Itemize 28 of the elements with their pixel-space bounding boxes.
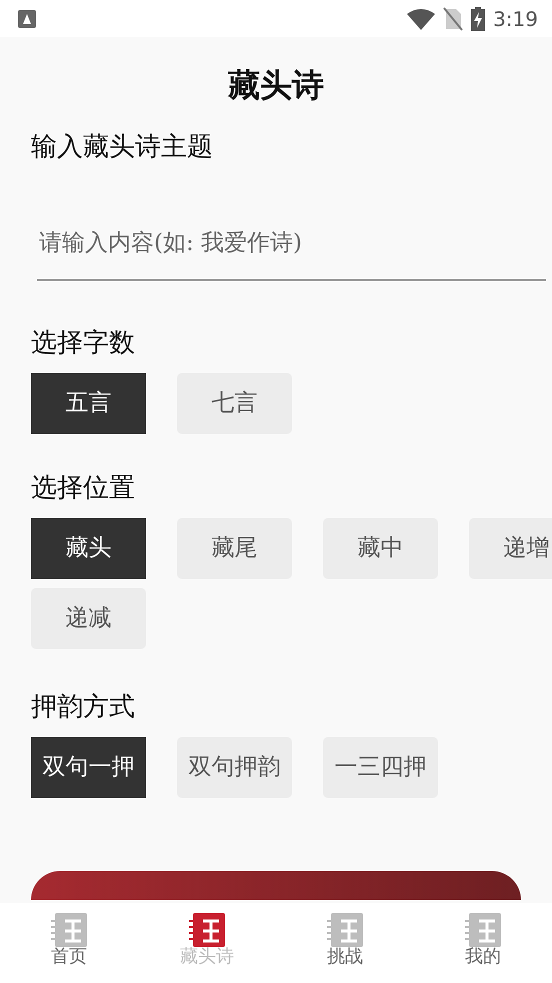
tab[interactable]: 我的 bbox=[414, 903, 552, 983]
section-label: 输入藏头诗主题 bbox=[31, 131, 214, 164]
section-label: 押韵方式 bbox=[31, 690, 136, 724]
option-button[interactable]: 双句一押 bbox=[31, 736, 146, 798]
section-label: 选择位置 bbox=[31, 472, 136, 504]
no-sim-icon bbox=[443, 6, 464, 30]
wifi-icon bbox=[407, 8, 436, 30]
option-button[interactable]: 递增 bbox=[469, 518, 552, 578]
page-title: 藏头诗 bbox=[226, 65, 325, 106]
option-button[interactable]: 双句押韵 bbox=[177, 736, 292, 798]
option-button[interactable]: 一三四押 bbox=[323, 736, 438, 798]
tab-icon bbox=[465, 913, 501, 947]
battery-icon bbox=[471, 6, 486, 30]
notification-icon bbox=[18, 10, 36, 28]
option-button[interactable]: 七言 bbox=[177, 372, 292, 434]
theme-input-field[interactable]: 请输入内容(如: 我爱作诗) bbox=[37, 216, 546, 280]
tab[interactable]: 首页 bbox=[0, 903, 138, 983]
option-button[interactable]: 藏尾 bbox=[177, 518, 292, 578]
clock: 3:19 bbox=[493, 6, 538, 32]
tab-icon bbox=[327, 913, 363, 947]
section-label: 选择字数 bbox=[31, 326, 136, 360]
tab-icon bbox=[189, 913, 225, 947]
option-button[interactable]: 藏头 bbox=[31, 518, 146, 578]
tab[interactable]: 挑战 bbox=[276, 903, 414, 983]
option-button[interactable]: 五言 bbox=[31, 372, 146, 434]
option-button[interactable]: 递减 bbox=[31, 588, 146, 648]
option-button[interactable]: 藏中 bbox=[323, 518, 438, 578]
tab-icon bbox=[51, 913, 87, 947]
